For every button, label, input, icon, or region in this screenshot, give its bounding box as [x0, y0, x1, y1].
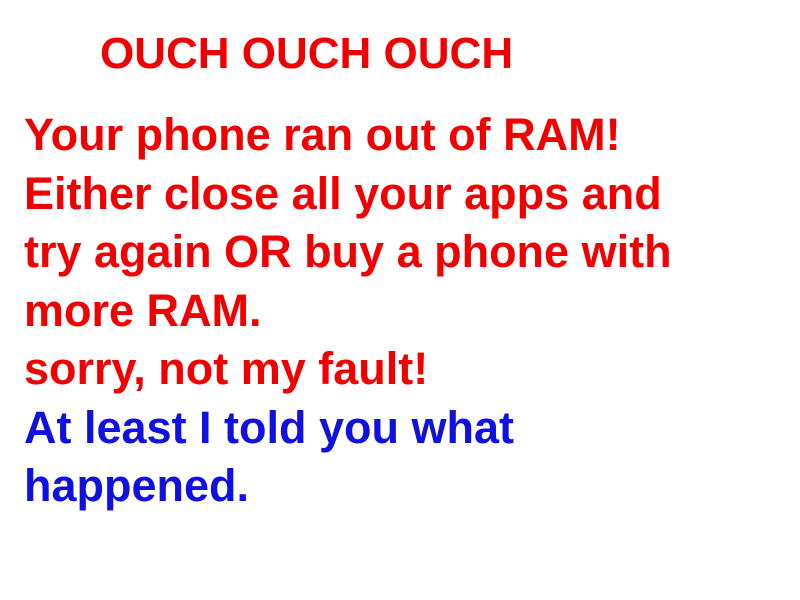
error-message: Your phone ran out of RAM! Either close … — [24, 106, 794, 516]
footer-note-line-2: happened. — [24, 460, 250, 511]
error-title: OUCH OUCH OUCH — [100, 29, 514, 78]
footer-note-line-1: At least I told you what — [24, 401, 515, 453]
error-message-line-3: try again OR buy a phone with — [24, 226, 672, 277]
error-message-line-1: Your phone ran out of RAM! — [24, 109, 621, 160]
error-message-line-2: Either close all your apps and — [24, 167, 662, 219]
error-message-line-5: sorry, not my fault! — [24, 343, 429, 394]
error-message-line-4: more RAM. — [24, 284, 262, 336]
